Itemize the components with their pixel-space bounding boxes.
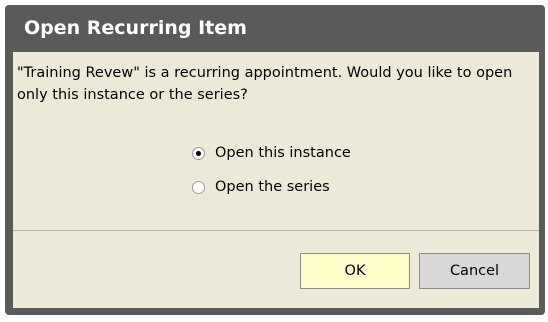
ok-button[interactable]: OK: [300, 253, 410, 289]
open-instance-option[interactable]: Open this instance: [192, 145, 351, 161]
button-divider: [13, 230, 539, 231]
open-instance-label[interactable]: Open this instance: [215, 145, 351, 161]
open-instance-radio[interactable]: [192, 146, 205, 160]
open-series-label[interactable]: Open the series: [215, 179, 330, 195]
cancel-button[interactable]: Cancel: [419, 253, 530, 289]
dialog-message: "Training Revew" is a recurring appointm…: [17, 65, 513, 103]
open-series-radio[interactable]: [192, 180, 205, 194]
dialog-body: "Training Revew" is a recurring appointm…: [13, 52, 539, 308]
dialog-title-bar[interactable]: Open Recurring Item: [5, 5, 545, 51]
open-recurring-item-dialog: Open Recurring Item "Training Revew" is …: [5, 5, 545, 315]
dialog-title: Open Recurring Item: [24, 17, 247, 39]
open-series-option[interactable]: Open the series: [192, 179, 330, 195]
